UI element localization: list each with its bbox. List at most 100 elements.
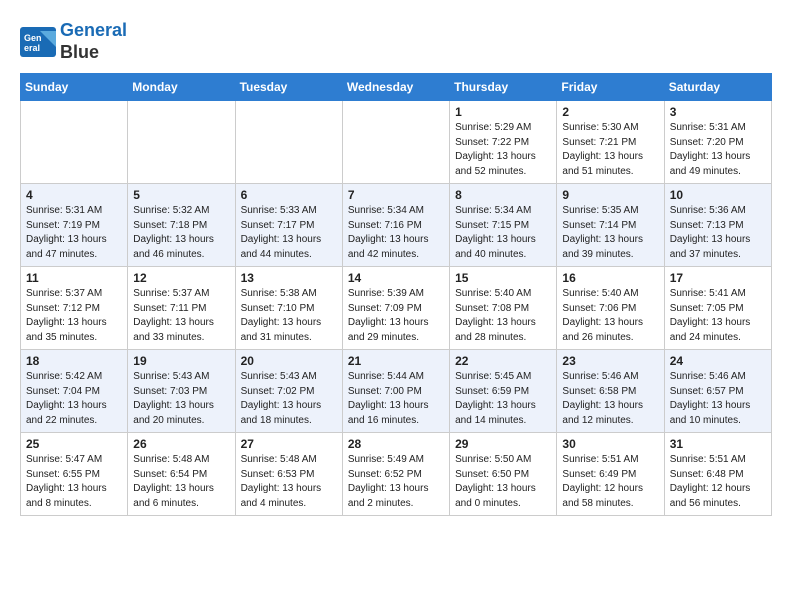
calendar-week-row: 11 Sunrise: 5:37 AMSunset: 7:12 PMDayligh… bbox=[21, 267, 772, 350]
calendar-cell: 12 Sunrise: 5:37 AMSunset: 7:11 PMDayligh… bbox=[128, 267, 235, 350]
day-info: Sunrise: 5:38 AMSunset: 7:10 PMDaylight:… bbox=[241, 287, 337, 345]
day-number: 1 bbox=[455, 105, 551, 119]
calendar-cell: 1 Sunrise: 5:29 AMSunset: 7:22 PMDaylight… bbox=[450, 101, 557, 184]
day-info: Sunrise: 5:41 AMSunset: 7:05 PMDaylight:… bbox=[670, 287, 766, 345]
calendar-cell: 29Sunrise: 5:50 AMSunset: 6:50 PMDayligh… bbox=[450, 433, 557, 516]
weekday-header-saturday: Saturday bbox=[664, 74, 771, 101]
day-number: 7 bbox=[348, 188, 444, 202]
day-info: Sunrise: 5:36 AMSunset: 7:13 PMDaylight:… bbox=[670, 204, 766, 262]
calendar-cell: 23Sunrise: 5:46 AMSunset: 6:58 PMDayligh… bbox=[557, 350, 664, 433]
calendar-cell: 10 Sunrise: 5:36 AMSunset: 7:13 PMDayligh… bbox=[664, 184, 771, 267]
day-info: Sunrise: 5:45 AMSunset: 6:59 PMDaylight:… bbox=[455, 370, 551, 428]
svg-text:eral: eral bbox=[24, 43, 40, 53]
calendar-cell: 11 Sunrise: 5:37 AMSunset: 7:12 PMDayligh… bbox=[21, 267, 128, 350]
logo-icon: Gen eral bbox=[20, 27, 56, 57]
day-info: Sunrise: 5:43 AMSunset: 7:02 PMDaylight:… bbox=[241, 370, 337, 428]
calendar-week-row: 1 Sunrise: 5:29 AMSunset: 7:22 PMDaylight… bbox=[21, 101, 772, 184]
day-number: 31 bbox=[670, 437, 766, 451]
calendar-cell: 13 Sunrise: 5:38 AMSunset: 7:10 PMDayligh… bbox=[235, 267, 342, 350]
day-info: Sunrise: 5:35 AMSunset: 7:14 PMDaylight:… bbox=[562, 204, 658, 262]
calendar-table: SundayMondayTuesdayWednesdayThursdayFrid… bbox=[20, 73, 772, 516]
day-number: 16 bbox=[562, 271, 658, 285]
day-number: 30 bbox=[562, 437, 658, 451]
day-number: 27 bbox=[241, 437, 337, 451]
day-info: Sunrise: 5:29 AMSunset: 7:22 PMDaylight:… bbox=[455, 121, 551, 179]
day-info: Sunrise: 5:34 AMSunset: 7:16 PMDaylight:… bbox=[348, 204, 444, 262]
calendar-cell: 20 Sunrise: 5:43 AMSunset: 7:02 PMDayligh… bbox=[235, 350, 342, 433]
calendar-cell: 8 Sunrise: 5:34 AMSunset: 7:15 PMDaylight… bbox=[450, 184, 557, 267]
day-info: Sunrise: 5:32 AMSunset: 7:18 PMDaylight:… bbox=[133, 204, 229, 262]
day-number: 11 bbox=[26, 271, 122, 285]
day-info: Sunrise: 5:39 AMSunset: 7:09 PMDaylight:… bbox=[348, 287, 444, 345]
calendar-cell: 19 Sunrise: 5:43 AMSunset: 7:03 PMDayligh… bbox=[128, 350, 235, 433]
day-number: 21 bbox=[348, 354, 444, 368]
calendar-header: SundayMondayTuesdayWednesdayThursdayFrid… bbox=[21, 74, 772, 101]
day-number: 29 bbox=[455, 437, 551, 451]
calendar-cell: 4Sunrise: 5:31 AMSunset: 7:19 PMDaylight… bbox=[21, 184, 128, 267]
day-number: 20 bbox=[241, 354, 337, 368]
calendar-cell: 22 Sunrise: 5:45 AMSunset: 6:59 PMDayligh… bbox=[450, 350, 557, 433]
logo-text: GeneralBlue bbox=[60, 20, 127, 63]
calendar-cell: 21 Sunrise: 5:44 AMSunset: 7:00 PMDayligh… bbox=[342, 350, 449, 433]
day-number: 10 bbox=[670, 188, 766, 202]
day-info: Sunrise: 5:44 AMSunset: 7:00 PMDaylight:… bbox=[348, 370, 444, 428]
day-number: 8 bbox=[455, 188, 551, 202]
calendar-cell: 2 Sunrise: 5:30 AMSunset: 7:21 PMDaylight… bbox=[557, 101, 664, 184]
day-info: Sunrise: 5:30 AMSunset: 7:21 PMDaylight:… bbox=[562, 121, 658, 179]
day-info: Sunrise: 5:34 AMSunset: 7:15 PMDaylight:… bbox=[455, 204, 551, 262]
day-number: 17 bbox=[670, 271, 766, 285]
calendar-week-row: 18Sunrise: 5:42 AMSunset: 7:04 PMDayligh… bbox=[21, 350, 772, 433]
day-number: 6 bbox=[241, 188, 337, 202]
day-number: 2 bbox=[562, 105, 658, 119]
calendar-cell: 16 Sunrise: 5:40 AMSunset: 7:06 PMDayligh… bbox=[557, 267, 664, 350]
calendar-cell: 30Sunrise: 5:51 AMSunset: 6:49 PMDayligh… bbox=[557, 433, 664, 516]
day-info: Sunrise: 5:48 AMSunset: 6:53 PMDaylight:… bbox=[241, 453, 337, 511]
day-number: 25 bbox=[26, 437, 122, 451]
day-info: Sunrise: 5:40 AMSunset: 7:08 PMDaylight:… bbox=[455, 287, 551, 345]
day-info: Sunrise: 5:43 AMSunset: 7:03 PMDaylight:… bbox=[133, 370, 229, 428]
day-number: 12 bbox=[133, 271, 229, 285]
calendar-week-row: 4Sunrise: 5:31 AMSunset: 7:19 PMDaylight… bbox=[21, 184, 772, 267]
calendar-cell: 31 Sunrise: 5:51 AMSunset: 6:48 PMDayligh… bbox=[664, 433, 771, 516]
logo: Gen eral GeneralBlue bbox=[20, 20, 127, 63]
day-number: 18 bbox=[26, 354, 122, 368]
day-number: 19 bbox=[133, 354, 229, 368]
calendar-cell: 7 Sunrise: 5:34 AMSunset: 7:16 PMDaylight… bbox=[342, 184, 449, 267]
calendar-cell: 28 Sunrise: 5:49 AMSunset: 6:52 PMDayligh… bbox=[342, 433, 449, 516]
calendar-week-row: 25Sunrise: 5:47 AMSunset: 6:55 PMDayligh… bbox=[21, 433, 772, 516]
weekday-header-wednesday: Wednesday bbox=[342, 74, 449, 101]
day-info: Sunrise: 5:49 AMSunset: 6:52 PMDaylight:… bbox=[348, 453, 444, 511]
day-number: 28 bbox=[348, 437, 444, 451]
day-number: 3 bbox=[670, 105, 766, 119]
calendar-body: 1 Sunrise: 5:29 AMSunset: 7:22 PMDaylight… bbox=[21, 101, 772, 516]
calendar-cell: 15 Sunrise: 5:40 AMSunset: 7:08 PMDayligh… bbox=[450, 267, 557, 350]
weekday-header-friday: Friday bbox=[557, 74, 664, 101]
weekday-header-monday: Monday bbox=[128, 74, 235, 101]
day-number: 15 bbox=[455, 271, 551, 285]
day-info: Sunrise: 5:40 AMSunset: 7:06 PMDaylight:… bbox=[562, 287, 658, 345]
day-number: 23 bbox=[562, 354, 658, 368]
day-number: 4 bbox=[26, 188, 122, 202]
weekday-header-sunday: Sunday bbox=[21, 74, 128, 101]
day-info: Sunrise: 5:51 AMSunset: 6:48 PMDaylight:… bbox=[670, 453, 766, 511]
day-number: 22 bbox=[455, 354, 551, 368]
day-number: 14 bbox=[348, 271, 444, 285]
calendar-cell bbox=[342, 101, 449, 184]
calendar-cell bbox=[235, 101, 342, 184]
day-number: 26 bbox=[133, 437, 229, 451]
calendar-cell: 27 Sunrise: 5:48 AMSunset: 6:53 PMDayligh… bbox=[235, 433, 342, 516]
day-number: 5 bbox=[133, 188, 229, 202]
calendar-cell: 24Sunrise: 5:46 AMSunset: 6:57 PMDayligh… bbox=[664, 350, 771, 433]
day-number: 24 bbox=[670, 354, 766, 368]
day-info: Sunrise: 5:37 AMSunset: 7:11 PMDaylight:… bbox=[133, 287, 229, 345]
calendar-cell: 3 Sunrise: 5:31 AMSunset: 7:20 PMDaylight… bbox=[664, 101, 771, 184]
day-info: Sunrise: 5:48 AMSunset: 6:54 PMDaylight:… bbox=[133, 453, 229, 511]
calendar-cell: 25Sunrise: 5:47 AMSunset: 6:55 PMDayligh… bbox=[21, 433, 128, 516]
weekday-header-tuesday: Tuesday bbox=[235, 74, 342, 101]
calendar-cell: 14 Sunrise: 5:39 AMSunset: 7:09 PMDayligh… bbox=[342, 267, 449, 350]
day-info: Sunrise: 5:31 AMSunset: 7:20 PMDaylight:… bbox=[670, 121, 766, 179]
day-info: Sunrise: 5:37 AMSunset: 7:12 PMDaylight:… bbox=[26, 287, 122, 345]
calendar-cell bbox=[128, 101, 235, 184]
day-number: 13 bbox=[241, 271, 337, 285]
svg-text:Gen: Gen bbox=[24, 33, 42, 43]
